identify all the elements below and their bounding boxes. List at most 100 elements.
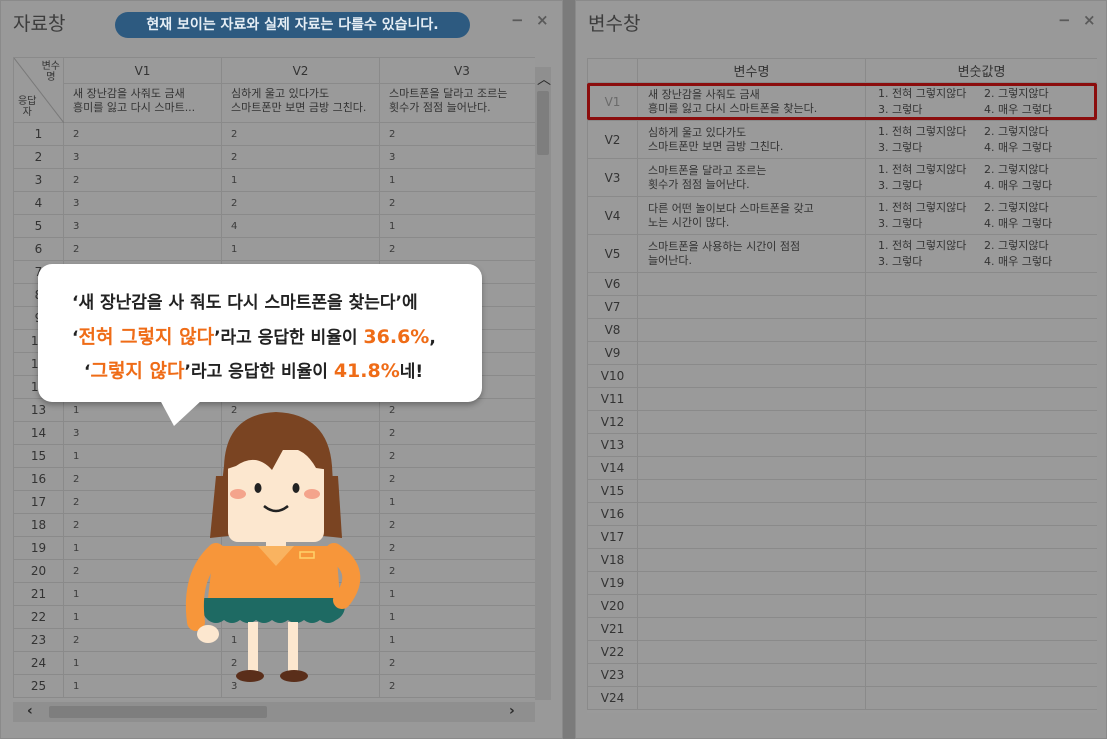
column-header-v3[interactable]: V3 [379,57,535,84]
data-cell[interactable]: 2 [379,467,535,491]
close-icon[interactable]: × [536,11,549,29]
scroll-left-icon[interactable]: ‹ [27,703,33,719]
variable-label[interactable]: 스마트폰을 사용하는 시간이 점점 늘어난다. [637,234,866,273]
variable-label[interactable] [637,456,866,480]
variable-value-labels[interactable] [865,686,1097,710]
data-cell[interactable]: 2 [379,651,535,675]
data-cell[interactable]: 2 [379,513,535,537]
table-row[interactable]: 3211 [13,168,535,192]
variable-value-labels[interactable] [865,341,1097,365]
variable-row[interactable]: V9 [587,341,1097,365]
data-cell[interactable]: 2 [221,145,380,169]
column-header-v2[interactable]: V2 [221,57,380,84]
variable-row[interactable]: V16 [587,502,1097,526]
variable-value-labels[interactable] [865,295,1097,319]
variable-label[interactable]: 심하게 울고 있다가도 스마트폰만 보면 금방 그친다. [637,120,866,159]
variable-value-labels[interactable] [865,617,1097,641]
horizontal-scrollbar[interactable] [13,702,535,722]
variable-value-labels[interactable] [865,502,1097,526]
variable-label[interactable] [637,548,866,572]
table-row[interactable]: 6212 [13,237,535,261]
variable-label[interactable] [637,663,866,687]
variable-row[interactable]: V7 [587,295,1097,319]
variable-row[interactable]: V5 스마트폰을 사용하는 시간이 점점 늘어난다. 1. 전혀 그렇지않다 2. 그렇… [587,234,1097,273]
variable-value-labels[interactable] [865,571,1097,595]
data-cell[interactable]: 2 [63,168,222,192]
variable-value-labels[interactable] [865,548,1097,572]
close-icon[interactable]: × [1083,11,1096,29]
variable-value-labels[interactable] [865,364,1097,388]
variable-row[interactable]: V22 [587,640,1097,664]
column-header-v1[interactable]: V1 [63,57,222,84]
scroll-up-icon[interactable]: ︿ [537,69,551,89]
data-cell[interactable]: 1 [379,605,535,629]
variable-row[interactable]: V4 다른 어떤 놀이보다 스마트폰을 갖고 노는 시간이 많다. 1. 전혀 그렇지… [587,196,1097,235]
variable-label[interactable] [637,410,866,434]
variable-row[interactable]: V8 [587,318,1097,342]
data-cell[interactable]: 3 [63,191,222,215]
variable-value-labels[interactable] [865,594,1097,618]
table-row[interactable]: 1222 [13,122,535,146]
variable-row[interactable]: V13 [587,433,1097,457]
data-cell[interactable]: 1 [221,168,380,192]
table-row[interactable]: 2323 [13,145,535,169]
variable-label[interactable] [637,686,866,710]
variable-row[interactable]: V11 [587,387,1097,411]
minimize-icon[interactable]: − [511,11,524,29]
data-cell[interactable]: 2 [379,536,535,560]
variable-label[interactable]: 스마트폰을 달라고 조르는 횟수가 점점 늘어난다. [637,158,866,197]
data-cell[interactable]: 2 [379,237,535,261]
data-cell[interactable]: 1 [379,214,535,238]
variable-label[interactable] [637,295,866,319]
data-cell[interactable]: 2 [379,122,535,146]
vertical-scroll-thumb[interactable] [537,91,549,155]
variable-label[interactable] [637,571,866,595]
variable-value-labels[interactable] [865,640,1097,664]
variable-row[interactable]: V2 심하게 울고 있다가도 스마트폰만 보면 금방 그친다. 1. 전혀 그렇지않다… [587,120,1097,159]
variable-label[interactable] [637,387,866,411]
variable-row[interactable]: V20 [587,594,1097,618]
variable-value-labels[interactable] [865,387,1097,411]
data-cell[interactable]: 3 [379,145,535,169]
variable-value-labels[interactable]: 1. 전혀 그렇지않다 2. 그렇지않다 3. 그렇다 4. 매우 그렇다 [865,234,1097,273]
variable-value-labels[interactable]: 1. 전혀 그렇지않다 2. 그렇지않다 3. 그렇다 4. 매우 그렇다 [865,120,1097,159]
variable-label[interactable] [637,640,866,664]
variable-value-labels[interactable] [865,456,1097,480]
variable-label[interactable] [637,594,866,618]
data-cell[interactable]: 3 [63,145,222,169]
variable-value-labels[interactable] [865,433,1097,457]
variable-row[interactable]: V3 스마트폰을 달라고 조르는 횟수가 점점 늘어난다. 1. 전혀 그렇지않다 2.… [587,158,1097,197]
variable-value-labels[interactable] [865,663,1097,687]
variable-row[interactable]: V19 [587,571,1097,595]
data-cell[interactable]: 2 [221,122,380,146]
variable-label[interactable] [637,617,866,641]
data-cell[interactable]: 1 [379,490,535,514]
data-cell[interactable]: 1 [221,237,380,261]
variable-label[interactable] [637,433,866,457]
variable-label[interactable] [637,318,866,342]
variable-row[interactable]: V18 [587,548,1097,572]
variable-label[interactable] [637,479,866,503]
data-cell[interactable]: 1 [379,168,535,192]
table-row[interactable]: 4322 [13,191,535,215]
variable-row[interactable]: V14 [587,456,1097,480]
data-cell[interactable]: 2 [379,559,535,583]
variable-row[interactable]: V21 [587,617,1097,641]
variable-row[interactable]: V17 [587,525,1097,549]
variable-row[interactable]: V24 [587,686,1097,710]
variable-row[interactable]: V6 [587,272,1097,296]
variable-value-labels[interactable] [865,479,1097,503]
data-cell[interactable]: 4 [221,214,380,238]
variable-row[interactable]: V23 [587,663,1097,687]
data-cell[interactable]: 2 [379,421,535,445]
variable-label[interactable] [637,502,866,526]
data-cell[interactable]: 1 [379,628,535,652]
variable-label[interactable] [637,341,866,365]
variable-label[interactable] [637,364,866,388]
variable-row[interactable]: V10 [587,364,1097,388]
variable-label[interactable] [637,525,866,549]
variable-value-labels[interactable] [865,525,1097,549]
variable-row[interactable]: V15 [587,479,1097,503]
minimize-icon[interactable]: − [1058,11,1071,29]
vertical-scrollbar[interactable] [535,67,551,700]
